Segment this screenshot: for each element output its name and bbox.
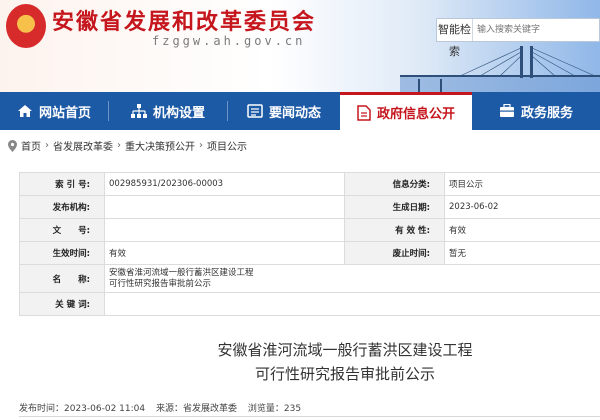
table-row: 索 引 号: 002985931/202306-00003 信息分类: 项目公示 <box>19 172 600 196</box>
name-value-line1: 安徽省淮河流域一般行蓄洪区建设工程 <box>109 267 254 278</box>
nav-label-gov-info-disclosure: 政府信息公开 <box>376 107 455 122</box>
nav-label-news: 要闻动态 <box>268 105 321 121</box>
article-title: 安徽省淮河流域一般行蓄洪区建设工程 可行性研究报告审批前公示 <box>0 338 600 386</box>
issuer-label: 发布机构: <box>19 195 105 219</box>
nav-label-gov-service: 政务服务 <box>520 105 573 121</box>
search-box: 智能检索 <box>436 18 600 58</box>
breadcrumb-separator-icon: › <box>117 140 121 151</box>
breadcrumb-commission[interactable]: 省发展改革委 <box>53 138 113 153</box>
article-title-line2: 可行性研究报告审批前公示 <box>254 365 435 383</box>
nav-item-home[interactable]: 网站首页 <box>0 92 108 130</box>
table-row: 名 称: 安徽省淮河流域一般行蓄洪区建设工程 可行性研究报告审批前公示 <box>19 264 600 293</box>
site-header: 安徽省发展和改革委员会 fzggw.ah.gov.cn 智能检索 <box>0 0 600 92</box>
breadcrumb-separator-icon: › <box>45 140 49 151</box>
publish-time: 发布时间：2023-06-02 11:04 <box>19 404 146 414</box>
meta-divider <box>19 416 600 417</box>
article-meta: 发布时间：2023-06-02 11:04 来源：省发展改革委 浏览量：235 <box>19 401 309 414</box>
home-icon <box>17 104 33 118</box>
breadcrumb-home[interactable]: 首页 <box>21 138 41 153</box>
nav-item-news[interactable]: 要闻动态 <box>228 92 340 130</box>
document-number-label: 文 号: <box>19 218 105 242</box>
generated-date-label: 生成日期: <box>344 195 445 219</box>
issuer-value <box>104 195 345 219</box>
expiry-time-value: 暂无 <box>444 241 600 265</box>
category-value: 项目公示 <box>444 172 600 196</box>
name-label: 名 称: <box>19 264 105 293</box>
table-row: 文 号: 有 效 性: 有效 <box>19 218 600 242</box>
table-row: 生效时间: 有效 废止时间: 暂无 <box>19 241 600 265</box>
article-title-line1: 安徽省淮河流域一般行蓄洪区建设工程 <box>217 341 473 359</box>
keywords-value <box>104 292 600 316</box>
service-icon <box>499 104 515 118</box>
breadcrumb-major-decisions[interactable]: 重大决策预公开 <box>125 138 195 153</box>
validity-label: 有 效 性: <box>344 218 445 242</box>
bridge-illustration <box>400 46 600 92</box>
validity-value: 有效 <box>444 218 600 242</box>
effective-time-value: 有效 <box>104 241 345 265</box>
table-row: 关 键 词: <box>19 292 600 316</box>
location-pin-icon <box>8 139 17 152</box>
nav-item-organization[interactable]: 机构设置 <box>109 92 227 130</box>
breadcrumb-separator-icon: › <box>199 140 203 151</box>
keywords-label: 关 键 词: <box>19 292 105 316</box>
view-count: 浏览量：235 <box>247 404 302 414</box>
nav-item-gov-service[interactable]: 政务服务 <box>472 92 600 130</box>
org-structure-icon <box>130 104 147 118</box>
index-number-label: 索 引 号: <box>19 172 105 196</box>
search-input[interactable] <box>473 19 599 41</box>
effective-time-label: 生效时间: <box>19 241 105 265</box>
breadcrumb: 首页 › 省发展改革委 › 重大决策预公开 › 项目公示 <box>8 138 247 153</box>
article-source: 来源：省发展改革委 <box>155 404 237 414</box>
name-value: 安徽省淮河流域一般行蓄洪区建设工程 可行性研究报告审批前公示 <box>104 264 600 293</box>
nav-item-gov-info-disclosure[interactable]: 政府信息公开 <box>340 92 472 130</box>
news-icon <box>247 104 263 118</box>
site-domain: fzggw.ah.gov.cn <box>152 34 306 48</box>
name-value-line2: 可行性研究报告审批前公示 <box>109 278 212 289</box>
national-emblem-icon <box>6 4 46 48</box>
main-nav: 网站首页 机构设置 要闻动态 政府信息公开 政务服务 <box>0 92 600 130</box>
table-row: 发布机构: 生成日期: 2023-06-02 <box>19 195 600 219</box>
document-number-value <box>104 218 345 242</box>
smart-search-button[interactable]: 智能检索 <box>437 19 473 58</box>
category-label: 信息分类: <box>344 172 445 196</box>
nav-label-organization: 机构设置 <box>152 105 205 121</box>
index-number-value: 002985931/202306-00003 <box>104 172 345 196</box>
expiry-time-label: 废止时间: <box>344 241 445 265</box>
nav-label-home: 网站首页 <box>38 105 91 121</box>
breadcrumb-project-notice[interactable]: 项目公示 <box>207 138 247 153</box>
site-title[interactable]: 安徽省发展和改革委员会 <box>52 4 316 36</box>
generated-date-value: 2023-06-02 <box>444 195 600 219</box>
document-icon <box>357 104 371 121</box>
info-metadata-table: 索 引 号: 002985931/202306-00003 信息分类: 项目公示… <box>19 172 600 316</box>
